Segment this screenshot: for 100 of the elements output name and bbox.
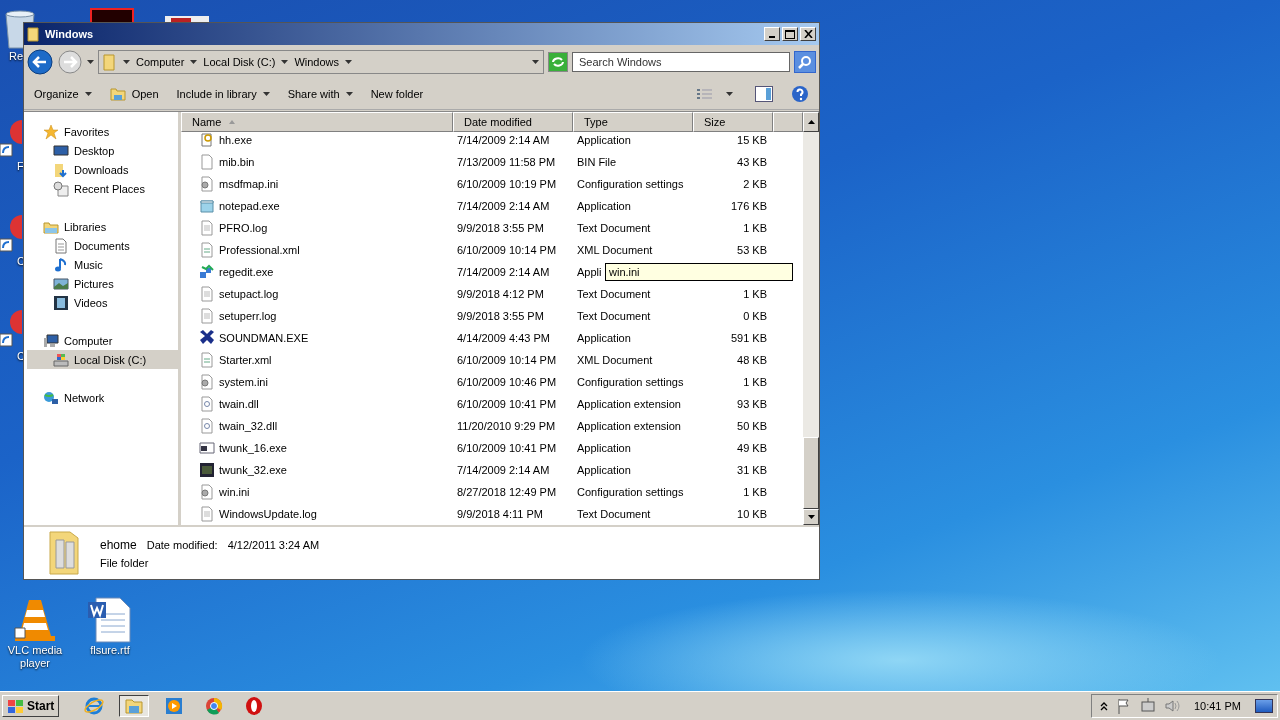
type-cell: Application <box>577 464 631 476</box>
minimize-button[interactable] <box>764 27 780 41</box>
nav-group[interactable]: Network <box>27 388 178 407</box>
size-cell: 176 KB <box>730 200 767 212</box>
caret-icon <box>190 60 198 64</box>
type-cell: BIN File <box>577 156 617 168</box>
file-name[interactable]: twunk_32.exe <box>219 464 287 476</box>
search-field[interactable]: Search Windows <box>572 52 790 72</box>
flag-icon[interactable] <box>1115 698 1132 714</box>
type-cell: Application <box>577 442 631 454</box>
toolbar-button[interactable]: Include in library <box>176 88 270 100</box>
breadcrumb-item[interactable]: Computer <box>136 56 185 68</box>
close-button[interactable] <box>800 27 816 41</box>
type-cell: Text Document <box>577 310 651 322</box>
file-name[interactable]: hh.exe <box>219 134 253 146</box>
up-arrow-icon <box>807 120 815 124</box>
folder-icon <box>46 530 82 576</box>
opera-icon <box>244 696 265 716</box>
size-cell: 43 KB <box>737 156 767 168</box>
file-name[interactable]: msdfmap.ini <box>219 178 279 190</box>
type-cell: XML Document <box>577 244 653 256</box>
pane-icon <box>755 86 773 102</box>
close-icon <box>803 30 813 38</box>
size-cell: 591 KB <box>730 332 767 344</box>
breadcrumb-item[interactable]: Windows <box>294 56 340 68</box>
column-header[interactable] <box>773 112 803 132</box>
file-name[interactable]: setuperr.log <box>219 310 277 322</box>
maximize-button[interactable] <box>782 27 798 41</box>
toolbar-button[interactable]: Open <box>109 87 159 101</box>
search-icon <box>798 55 812 69</box>
file-name[interactable]: twain.dll <box>219 398 259 410</box>
scroll-up-button[interactable] <box>803 112 819 132</box>
date-cell: 6/10/2009 10:46 PM <box>457 376 557 388</box>
chevron-icon[interactable] <box>1099 701 1108 711</box>
size-cell: 1 KB <box>743 376 767 388</box>
type-cell: Configuration settings <box>577 486 684 498</box>
folder-icon <box>27 26 41 42</box>
refresh-button[interactable] <box>548 52 568 72</box>
file-name[interactable]: Starter.xml <box>219 354 272 366</box>
date-cell: 6/10/2009 10:14 PM <box>457 244 557 256</box>
nav-item[interactable]: Downloads <box>27 160 178 179</box>
network-icon[interactable] <box>1139 698 1156 714</box>
help-button[interactable] <box>791 85 809 103</box>
nav-group[interactable]: Computer <box>27 331 178 350</box>
file-name[interactable]: Professional.xml <box>219 244 300 256</box>
file-name[interactable]: PFRO.log <box>219 222 268 234</box>
back-button[interactable] <box>27 49 53 75</box>
chrome-icon <box>204 696 225 716</box>
date-cell: 6/10/2009 10:14 PM <box>457 354 557 366</box>
file-name[interactable]: mib.bin <box>219 156 255 168</box>
nav-group[interactable]: Favorites <box>27 122 178 141</box>
toolbar-button[interactable]: Organize <box>34 88 92 100</box>
history-caret-icon <box>87 60 94 64</box>
size-cell: 1 KB <box>743 486 767 498</box>
scrollbar-thumb[interactable] <box>803 437 819 509</box>
start-button[interactable]: Start <box>2 695 60 717</box>
globe-icon <box>43 389 59 406</box>
size-cell: 15 KB <box>737 134 767 146</box>
nav-item[interactable]: Recent Places <box>27 179 178 198</box>
column-header[interactable]: Name <box>181 112 453 132</box>
image-icon <box>53 275 69 292</box>
nav-item[interactable]: Local Disk (C:) <box>27 350 178 369</box>
file-name[interactable]: setupact.log <box>219 288 279 300</box>
date-cell: 6/10/2009 10:19 PM <box>457 178 557 190</box>
nav-item[interactable]: Videos <box>27 293 178 312</box>
nav-group[interactable]: Libraries <box>27 217 178 236</box>
date-cell: 7/13/2009 11:58 PM <box>457 156 556 168</box>
file-name[interactable]: win.ini <box>219 486 250 498</box>
address-bar[interactable]: Computer Local Disk (C:) Windows <box>98 50 544 74</box>
file-name[interactable]: twain_32.dll <box>219 420 278 432</box>
nav-item[interactable]: Pictures <box>27 274 178 293</box>
nav-item[interactable]: Desktop <box>27 141 178 160</box>
toolbar-button[interactable]: New folder <box>370 88 424 100</box>
nav-item[interactable]: Documents <box>27 236 178 255</box>
file-name[interactable]: SOUNDMAN.EXE <box>219 332 309 344</box>
breadcrumb-item[interactable]: Local Disk (C:) <box>203 56 276 68</box>
scroll-down-button[interactable] <box>803 509 819 525</box>
date-cell: 11/20/2010 9:29 PM <box>457 420 556 432</box>
file-name[interactable]: twunk_16.exe <box>219 442 287 454</box>
column-header[interactable]: Size <box>693 112 773 132</box>
show-desktop-button[interactable] <box>1255 699 1273 713</box>
column-header[interactable]: Date modified <box>453 112 573 132</box>
column-header[interactable]: Type <box>573 112 693 132</box>
taskbar-app[interactable] <box>119 695 150 717</box>
type-cell: Application <box>577 134 631 146</box>
search-button[interactable] <box>794 51 816 73</box>
nav-item[interactable]: Music <box>27 255 178 274</box>
file-name[interactable]: system.ini <box>219 376 268 388</box>
preview-pane-button[interactable] <box>755 86 773 102</box>
clock[interactable]: 10:41 PM <box>1193 700 1241 712</box>
size-cell: 50 KB <box>737 420 767 432</box>
toolbar-button[interactable]: Share with <box>287 88 353 100</box>
play-icon <box>164 696 185 716</box>
date-cell: 6/10/2009 10:41 PM <box>457 398 557 410</box>
file-name[interactable]: regedit.exe <box>219 266 274 278</box>
file-name[interactable]: WindowsUpdate.log <box>219 508 317 520</box>
start-logo-icon <box>7 698 25 714</box>
sort-arrow-icon <box>229 120 236 124</box>
folder-icon <box>124 696 145 716</box>
file-name[interactable]: notepad.exe <box>219 200 280 212</box>
